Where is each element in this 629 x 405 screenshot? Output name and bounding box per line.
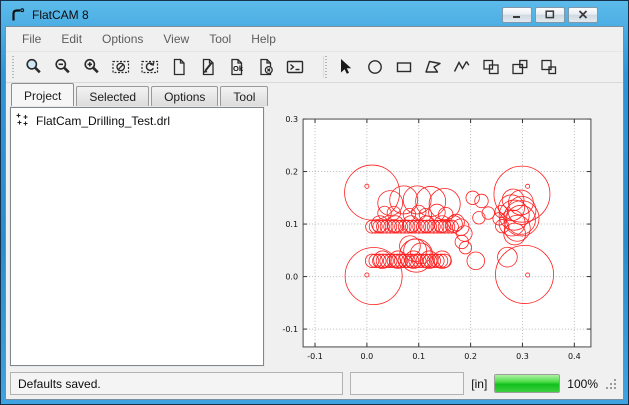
clear-plot-button[interactable] <box>106 54 135 81</box>
zoom-fit-button[interactable] <box>19 54 48 81</box>
svg-text:0.3: 0.3 <box>516 352 529 361</box>
draw-circle-button[interactable] <box>360 54 389 81</box>
progress-fill <box>495 375 559 392</box>
zoom-out-button[interactable] <box>48 54 77 81</box>
union-button[interactable] <box>476 54 505 81</box>
tab-selected[interactable]: Selected <box>76 86 149 106</box>
svg-text:0.2: 0.2 <box>464 352 477 361</box>
svg-text:-0.1: -0.1 <box>307 352 323 361</box>
window-title: FlatCAM 8 <box>32 8 89 22</box>
draw-rectangle-button[interactable] <box>389 54 418 81</box>
units-label: [in] <box>471 377 487 391</box>
flatcam-logo-icon <box>9 7 27 23</box>
project-panel: FlatCam_Drilling_Test.drl <box>10 107 264 366</box>
plot-canvas[interactable]: -0.1 0.0 0.1 0.2 0.3 0.4 -0.1 0.0 0.1 0.2 0.3 <box>268 107 620 366</box>
tab-tool[interactable]: Tool <box>220 86 268 106</box>
save-editor-button[interactable]: Ok <box>222 54 251 81</box>
replot-button[interactable] <box>135 54 164 81</box>
tree-item-label: FlatCam_Drilling_Test.drl <box>36 114 170 128</box>
select-button[interactable] <box>331 54 360 81</box>
draw-path-button[interactable] <box>447 54 476 81</box>
maximize-button[interactable] <box>535 7 565 23</box>
toolbar: Ok <box>6 51 623 83</box>
statusbar: Defaults saved. [in] 100% <box>6 368 623 399</box>
toolbar-drag-handle-2[interactable] <box>323 56 327 78</box>
titlebar[interactable]: FlatCAM 8 <box>5 1 624 26</box>
drill-marks-icon <box>15 112 30 130</box>
main-area: FlatCam_Drilling_Test.drl -0.1 0.0 0.1 0.2 0… <box>6 106 623 368</box>
svg-text:Ok: Ok <box>233 64 244 73</box>
edit-toolbar-group <box>331 54 563 81</box>
client-area: File Edit Options View Tool Help <box>5 26 624 400</box>
shell-button[interactable] <box>280 54 309 81</box>
menubar: File Edit Options View Tool Help <box>6 27 623 51</box>
tab-options[interactable]: Options <box>151 86 218 106</box>
progress-label: 100% <box>567 377 598 391</box>
draw-polygon-button[interactable] <box>418 54 447 81</box>
new-geometry-button[interactable] <box>164 54 193 81</box>
minimize-button[interactable] <box>502 7 532 23</box>
toolbar-drag-handle[interactable] <box>11 56 15 78</box>
cancel-editor-button[interactable] <box>251 54 280 81</box>
progress-bar <box>494 374 560 393</box>
menu-item-view[interactable]: View <box>153 28 199 50</box>
status-aux-panel <box>350 372 464 395</box>
subtract-button[interactable] <box>534 54 563 81</box>
svg-text:0.0: 0.0 <box>361 352 374 361</box>
svg-text:0.0: 0.0 <box>285 273 298 282</box>
menu-item-options[interactable]: Options <box>92 28 153 50</box>
svg-text:0.2: 0.2 <box>285 168 298 177</box>
tab-project[interactable]: Project <box>11 83 74 106</box>
svg-text:0.1: 0.1 <box>285 220 298 229</box>
status-message: Defaults saved. <box>10 372 343 395</box>
svg-text:0.4: 0.4 <box>568 352 581 361</box>
close-button[interactable] <box>568 7 598 23</box>
zoom-in-button[interactable] <box>77 54 106 81</box>
plot-panel: -0.1 0.0 0.1 0.2 0.3 0.4 -0.1 0.0 0.1 0.2 0.3 <box>268 107 620 366</box>
plot-toolbar-group: Ok <box>19 54 309 81</box>
menu-item-help[interactable]: Help <box>241 28 286 50</box>
svg-text:0.1: 0.1 <box>412 352 425 361</box>
menu-item-edit[interactable]: Edit <box>51 28 92 50</box>
editor-button[interactable] <box>193 54 222 81</box>
svg-text:0.3: 0.3 <box>285 115 298 124</box>
window-controls <box>502 7 620 23</box>
menu-item-tool[interactable]: Tool <box>199 28 241 50</box>
panel-tabs: Project Selected Options Tool <box>6 83 623 106</box>
intersection-button[interactable] <box>505 54 534 81</box>
menu-item-file[interactable]: File <box>12 28 51 50</box>
tree-item-drill-file[interactable]: FlatCam_Drilling_Test.drl <box>11 108 263 130</box>
resize-grip[interactable] <box>605 378 617 390</box>
app-window: FlatCAM 8 File Edit Options View Tool He… <box>0 0 629 405</box>
svg-text:-0.1: -0.1 <box>282 325 298 334</box>
